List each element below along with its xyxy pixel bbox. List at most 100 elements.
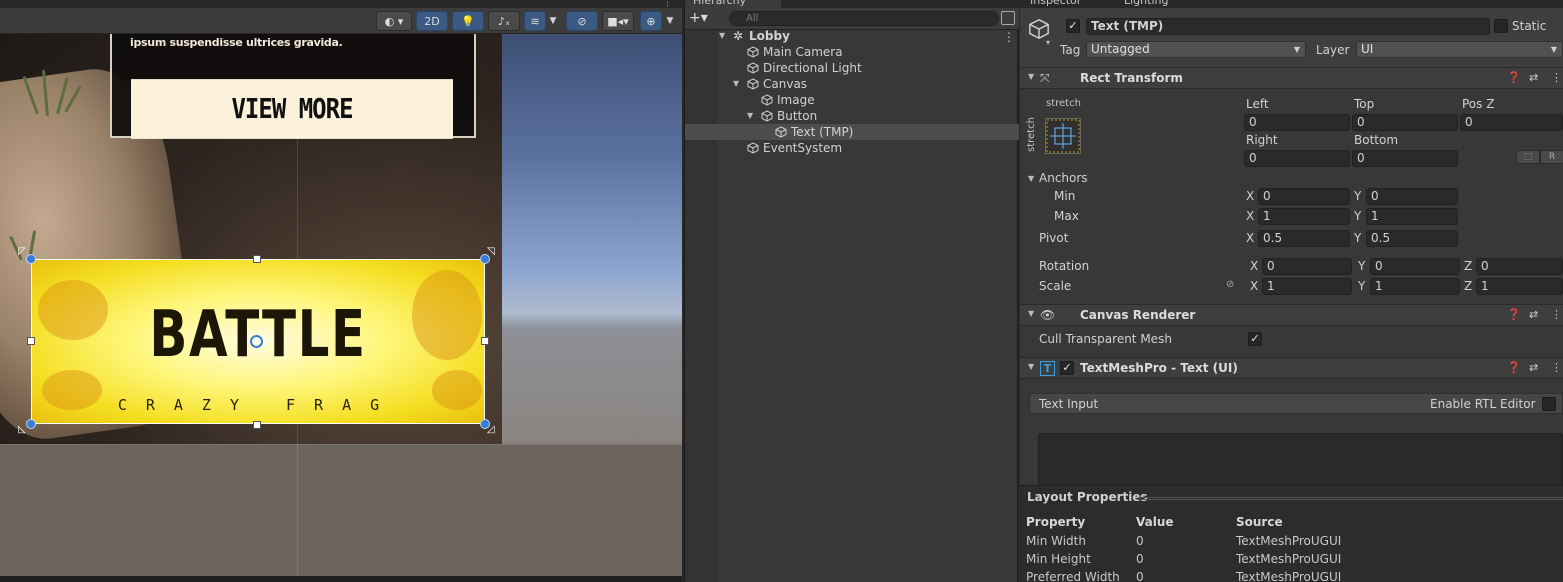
resize-handle-top[interactable] [253,255,261,263]
hierarchy-item-canvas[interactable]: ▼ Canvas [685,76,1019,92]
right-input[interactable]: 0 [1244,150,1350,167]
pivot-x-input[interactable]: 0.5 [1258,230,1350,247]
preset-icon[interactable]: ⇄ [1529,361,1538,374]
pivot-y-input[interactable]: 0.5 [1366,230,1458,247]
lighting-toggle-button[interactable]: 💡 [452,11,484,31]
enable-rtl-checkbox[interactable] [1542,397,1556,411]
bottom-input[interactable]: 0 [1352,150,1458,167]
hierarchy-item-button[interactable]: ▼ Button [685,108,1019,124]
scale-y-input[interactable]: 1 [1370,278,1460,295]
resize-handle-bottom[interactable] [253,421,261,429]
raw-edit-button[interactable]: R [1540,150,1563,164]
static-checkbox[interactable] [1494,19,1508,33]
layer-dropdown[interactable]: UI ▼ [1356,41,1563,58]
top-input[interactable]: 0 [1352,114,1458,131]
more-options-icon[interactable]: ⋮ [663,0,672,8]
anchors-label: Anchors [1039,171,1088,185]
resize-handle-right[interactable] [481,337,489,345]
rotation-z-input[interactable]: 0 [1476,258,1563,275]
gizmos-dropdown-icon[interactable]: ▼ [663,11,677,31]
help-icon[interactable]: ❓ [1507,71,1521,84]
anchor-top-right-icon[interactable]: ◹ [487,247,495,257]
anchor-min-x-input[interactable]: 0 [1258,188,1350,205]
canvas-renderer-header[interactable]: ▼ 👁 Canvas Renderer ❓ ⇄ ⋮ [1020,304,1563,326]
toggle-2d-button[interactable]: 2D [416,11,448,31]
posz-input[interactable]: 0 [1460,114,1563,131]
icon-dropdown-icon[interactable]: ▾ [1046,38,1050,47]
layout-header-source: Source [1236,515,1283,529]
foldout-arrow-icon[interactable]: ▼ [1028,72,1034,81]
rect-transform-header[interactable]: ▼ ⤧ Rect Transform ❓ ⇄ ⋮ [1020,67,1563,89]
rotation-y-input[interactable]: 0 [1370,258,1460,275]
component-menu-icon[interactable]: ⋮ [1551,308,1562,321]
left-input[interactable]: 0 [1244,114,1350,131]
scene-options-icon[interactable]: ⋮ [1003,30,1015,44]
scene-view[interactable]: ipsum suspendisse ultrices gravida. VIEW… [0,0,682,582]
tab-inspector[interactable]: Inspector [1030,0,1120,8]
gizmo-globe-icon: ⊕ [646,14,656,28]
anchor-max-x-input[interactable]: 1 [1258,208,1350,225]
anchors-foldout-icon[interactable]: ▼ [1028,174,1034,183]
foldout-arrow-icon[interactable]: ▼ [1028,362,1034,371]
textmeshpro-header[interactable]: ▼ T ✓ TextMeshPro - Text (UI) ❓ ⇄ ⋮ [1020,357,1563,379]
hierarchy-item-label: EventSystem [763,141,843,155]
component-header-buttons: ❓ ⇄ ⋮ [1483,71,1563,87]
component-menu-icon[interactable]: ⋮ [1551,71,1562,84]
tab-lighting[interactable]: Lighting [1124,0,1214,8]
view-more-button[interactable]: VIEW MORE [131,79,453,139]
help-icon[interactable]: ❓ [1507,308,1521,321]
expand-arrow-icon[interactable]: ▼ [719,28,729,44]
pivot-label: Pivot [1039,231,1069,245]
corner-handle-top-left[interactable] [26,254,36,264]
preset-icon[interactable]: ⇄ [1529,71,1538,84]
hierarchy-item-eventsystem[interactable]: EventSystem [685,140,1019,156]
component-title: TextMeshPro - Text (UI) [1080,361,1238,375]
hierarchy-item-image[interactable]: Image [685,92,1019,108]
rotation-x-input[interactable]: 0 [1262,258,1352,275]
pivot-handle[interactable] [250,335,263,348]
object-name-field[interactable]: Text (TMP) [1086,18,1490,35]
corner-handle-bottom-left[interactable] [26,419,36,429]
create-object-button[interactable]: +▾ [689,9,715,27]
gameobject-cube-icon [747,78,759,90]
shading-mode-button[interactable]: ◐ ▾ [376,11,412,31]
anchor-bottom-left-icon[interactable]: ◺ [18,425,26,435]
chevron-down-icon: ▼ [1550,45,1557,54]
effects-dropdown-icon[interactable]: ▼ [546,11,560,31]
hierarchy-item-directional-light[interactable]: Directional Light [685,60,1019,76]
text-input-area[interactable] [1038,433,1563,487]
resize-handle-left[interactable] [27,337,35,345]
component-menu-icon[interactable]: ⋮ [1551,361,1562,374]
anchor-presets-button[interactable] [1045,118,1081,154]
component-enabled-checkbox[interactable]: ✓ [1060,361,1074,375]
cull-transparent-mesh-checkbox[interactable]: ✓ [1248,332,1262,346]
hierarchy-search-input[interactable]: All [729,11,999,26]
scale-z-input[interactable]: 1 [1476,278,1563,295]
hierarchy-item-lobby[interactable]: ▼ ✲ Lobby [685,28,1019,44]
anchor-min-y-input[interactable]: 0 [1366,188,1458,205]
hierarchy-item-text-tmp[interactable]: Text (TMP) [685,124,1019,140]
anchor-bottom-right-icon[interactable]: ◿ [487,425,495,435]
expand-arrow-icon[interactable]: ▼ [747,108,757,124]
blueprint-mode-button[interactable]: ⬚ [1516,150,1540,164]
tab-hierarchy[interactable]: Hierarchy [685,0,781,8]
preset-icon[interactable]: ⇄ [1529,308,1538,321]
expand-arrow-icon[interactable]: ▼ [733,76,743,92]
hidden-objects-toggle-button[interactable]: ⊘ [566,11,598,31]
tag-value: Untagged [1091,42,1150,56]
effects-toggle-button[interactable]: ≋ [524,11,546,31]
anchor-max-y-input[interactable]: 1 [1366,208,1458,225]
tag-dropdown[interactable]: Untagged ▼ [1086,41,1306,58]
audio-toggle-button[interactable]: ♪ₓ [488,11,520,31]
camera-settings-button[interactable]: ■◂▾ [602,11,634,31]
anchor-top-left-icon[interactable]: ◸ [18,247,26,257]
scale-x-input[interactable]: 1 [1262,278,1352,295]
gizmos-toggle-button[interactable]: ⊕ [640,11,662,31]
search-filter-icon[interactable] [1001,11,1015,25]
help-icon[interactable]: ❓ [1507,361,1521,374]
hierarchy-item-main-camera[interactable]: Main Camera [685,44,1019,60]
text-input-section: Text Input Enable RTL Editor [1029,393,1563,414]
constrain-proportions-icon[interactable]: ⊘ [1226,279,1234,290]
foldout-arrow-icon[interactable]: ▼ [1028,309,1034,318]
active-checkbox[interactable]: ✓ [1066,19,1080,33]
